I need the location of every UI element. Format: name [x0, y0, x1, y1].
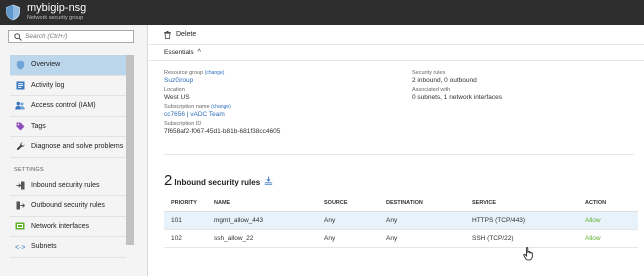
search-input[interactable] — [25, 33, 125, 40]
associated-with-value[interactable]: 0 subnets, 1 network interfaces — [412, 94, 632, 102]
sidebar-scrollbar[interactable] — [126, 55, 134, 245]
subscription-id-label: Subscription ID — [164, 121, 202, 127]
sidebar-item-subnets[interactable]: <·> Subnets — [10, 237, 126, 258]
resource-group-value[interactable]: SuzGroup — [164, 77, 404, 85]
sidebar-item-label: Diagnose and solve problems — [31, 143, 124, 151]
location-value: West US — [164, 94, 190, 101]
sidebar-item-outbound-rules[interactable]: Outbound security rules — [10, 196, 126, 217]
tag-icon — [16, 122, 24, 131]
column-header-action[interactable]: ACTION — [585, 195, 638, 212]
download-icon[interactable] — [264, 176, 273, 185]
blade-header: mybigip-nsg Network security group — [0, 0, 644, 25]
sidebar-item-label: Activity log — [31, 81, 65, 89]
security-rules-value[interactable]: 2 inbound, 0 outbound — [412, 77, 632, 85]
column-header-destination[interactable]: DESTINATION — [386, 195, 472, 212]
sidebar-item-activity-log[interactable]: Activity log — [10, 76, 126, 96]
column-header-priority[interactable]: PRIORITY — [164, 195, 214, 212]
subscription-name-value[interactable]: cc7656 | vADC Team — [164, 111, 404, 119]
location-label: Location — [164, 87, 185, 93]
sidebar-item-label: Outbound security rules — [31, 202, 105, 210]
shield-icon — [16, 60, 24, 70]
service-cell: SSH (TCP/22) — [472, 229, 585, 248]
resource-group-change-link[interactable]: (change) — [205, 70, 225, 76]
divider — [164, 154, 634, 155]
source-cell: Any — [324, 211, 386, 230]
chevron-up-icon: ^ — [197, 49, 201, 56]
activity-log-icon — [16, 81, 24, 90]
inbound-rules-table: PRIORITY NAME SOURCE DESTINATION SERVICE… — [164, 195, 638, 248]
name-cell: mgmt_allow_443 — [214, 211, 324, 230]
search-icon — [14, 32, 22, 41]
delete-label: Delete — [176, 31, 197, 38]
wrench-icon — [16, 142, 24, 151]
column-header-service[interactable]: SERVICE — [472, 195, 585, 212]
sidebar-item-label: Access control (IAM) — [31, 102, 96, 110]
destination-cell: Any — [386, 211, 472, 230]
inbound-arrow-icon — [16, 181, 24, 190]
settings-section-header: SETTINGS — [14, 166, 44, 173]
service-cell: HTTPS (TCP/443) — [472, 211, 585, 230]
sidebar-item-network-interfaces[interactable]: Network interfaces — [10, 217, 126, 237]
sidebar-item-label: Overview — [31, 61, 61, 69]
sidebar-item-inbound-rules[interactable]: Inbound security rules — [10, 176, 126, 196]
command-bar: Delete — [149, 25, 644, 45]
page-title: mybigip-nsg — [27, 2, 87, 14]
main-content: Delete Essentials ^ Resource group (chan… — [149, 25, 644, 276]
column-header-name[interactable]: NAME — [214, 195, 324, 212]
essentials-label: Essentials — [164, 49, 194, 56]
priority-cell: 101 — [164, 211, 214, 230]
sidebar-nav: Overview Activity log Access control (IA… — [10, 55, 126, 258]
outbound-arrow-icon — [16, 201, 25, 210]
hand-cursor-icon — [523, 247, 533, 261]
security-rules-label: Security rules — [412, 70, 446, 76]
delete-button[interactable]: Delete — [164, 30, 197, 39]
essentials-left-column: Resource group (change) SuzGroup Locatio… — [164, 69, 404, 137]
sidebar-item-label: Subnets — [31, 243, 57, 251]
source-cell: Any — [324, 229, 386, 248]
subscription-id-value: 7f658af2-f067-45d1-b81b-681f38cc4605 — [164, 128, 281, 135]
table-row[interactable]: 101 mgmt_allow_443 Any Any HTTPS (TCP/44… — [164, 211, 638, 230]
network-interface-icon — [15, 222, 25, 230]
subscription-name-label: Subscription name (change) — [164, 104, 231, 110]
sidebar-item-tags[interactable]: Tags — [10, 117, 126, 137]
associated-with-label: Associated with — [412, 87, 451, 93]
essentials-toggle[interactable]: Essentials ^ — [149, 45, 644, 61]
sidebar-item-label: Network interfaces — [31, 222, 89, 230]
destination-cell: Any — [386, 229, 472, 248]
column-header-source[interactable]: SOURCE — [324, 195, 386, 212]
page-subtitle: Network security group — [27, 15, 84, 21]
essentials-right-column: Security rules 2 inbound, 0 outbound Ass… — [412, 69, 632, 103]
sidebar-item-overview[interactable]: Overview — [10, 55, 126, 76]
sidebar: Overview Activity log — [0, 25, 148, 276]
trash-icon — [164, 30, 171, 39]
sidebar-item-diagnose[interactable]: Diagnose and solve problems — [10, 137, 126, 158]
table-row[interactable]: 102 ssh_allow_22 Any Any SSH (TCP/22) Al… — [164, 229, 638, 248]
sidebar-item-label: Inbound security rules — [31, 181, 100, 189]
inbound-rules-title: Inbound security rules — [174, 178, 261, 187]
people-icon — [15, 101, 25, 110]
action-cell: Allow — [585, 211, 638, 230]
sidebar-item-label: Tags — [31, 122, 46, 130]
priority-cell: 102 — [164, 229, 214, 248]
action-cell: Allow — [585, 229, 638, 248]
subscription-change-link[interactable]: (change) — [211, 104, 231, 110]
search-box[interactable] — [8, 30, 134, 43]
resource-group-label: Resource group (change) — [164, 70, 225, 76]
inbound-rules-heading: 2 Inbound security rules — [164, 172, 273, 189]
sidebar-item-access-control[interactable]: Access control (IAM) — [10, 96, 126, 117]
svg-text:<·>: <·> — [15, 244, 25, 251]
shield-icon — [6, 4, 20, 21]
table-header-row: PRIORITY NAME SOURCE DESTINATION SERVICE… — [164, 195, 638, 212]
inbound-rules-count: 2 — [164, 172, 173, 189]
name-cell: ssh_allow_22 — [214, 229, 324, 248]
subnet-icon: <·> — [15, 244, 25, 251]
